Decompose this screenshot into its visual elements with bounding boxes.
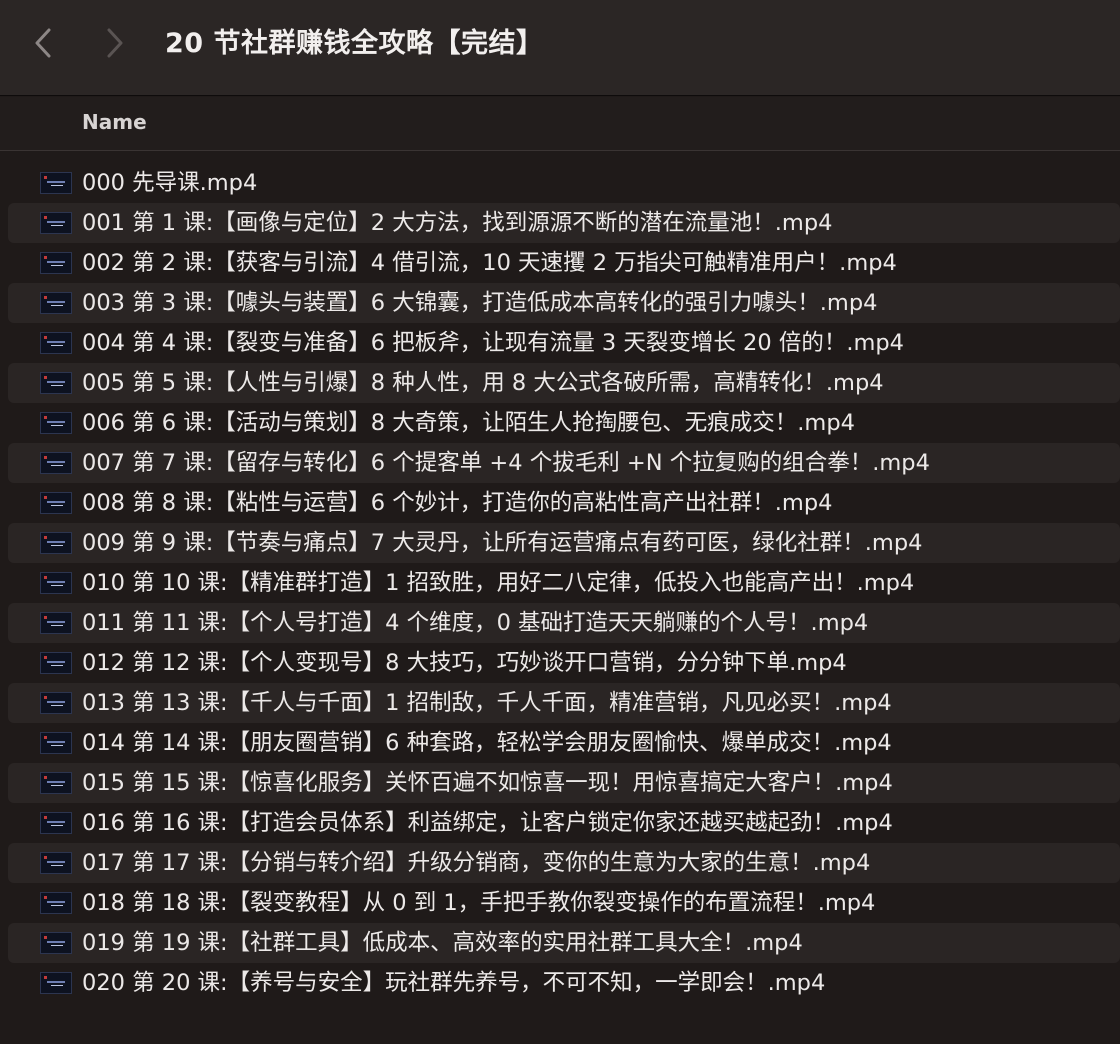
file-name: 009 第 9 课:【节奏与痛点】7 大灵丹，让所有运营痛点有药可医，绿化社群！… bbox=[82, 530, 923, 556]
file-row[interactable]: 005 第 5 课:【人性与引爆】8 种人性，用 8 大公式各破所需，高精转化！… bbox=[0, 363, 1120, 403]
file-row[interactable]: 012 第 12 课:【个人变现号】8 大技巧，巧妙谈开口营销，分分钟下单.mp… bbox=[0, 643, 1120, 683]
video-thumbnail-icon bbox=[40, 772, 72, 794]
video-thumbnail-icon bbox=[40, 612, 72, 634]
chevron-left-icon bbox=[35, 28, 51, 58]
video-thumbnail-icon bbox=[40, 692, 72, 714]
video-thumbnail-icon bbox=[40, 492, 72, 514]
video-thumbnail-icon bbox=[40, 812, 72, 834]
file-name: 007 第 7 课:【留存与转化】6 个提客单 +4 个拔毛利 +N 个拉复购的… bbox=[82, 450, 930, 476]
file-row[interactable]: 007 第 7 课:【留存与转化】6 个提客单 +4 个拔毛利 +N 个拉复购的… bbox=[0, 443, 1120, 483]
file-row[interactable]: 008 第 8 课:【粘性与运营】6 个妙计，打造你的高粘性高产出社群！.mp4 bbox=[0, 483, 1120, 523]
file-row[interactable]: 006 第 6 课:【活动与策划】8 大奇策，让陌生人抢掏腰包、无痕成交！.mp… bbox=[0, 403, 1120, 443]
file-row[interactable]: 018 第 18 课:【裂变教程】从 0 到 1，手把手教你裂变操作的布置流程！… bbox=[0, 883, 1120, 923]
video-thumbnail-icon bbox=[40, 572, 72, 594]
video-thumbnail-icon bbox=[40, 332, 72, 354]
toolbar: 20 节社群赚钱全攻略【完结】 bbox=[0, 0, 1120, 96]
file-name: 017 第 17 课:【分销与转介绍】升级分销商，变你的生意为大家的生意！.mp… bbox=[82, 850, 871, 876]
file-name: 018 第 18 课:【裂变教程】从 0 到 1，手把手教你裂变操作的布置流程！… bbox=[82, 890, 876, 916]
file-name: 011 第 11 课:【个人号打造】4 个维度，0 基础打造天天躺赚的个人号！.… bbox=[82, 610, 869, 636]
file-row[interactable]: 010 第 10 课:【精准群打造】1 招致胜，用好二八定律，低投入也能高产出！… bbox=[0, 563, 1120, 603]
file-name: 020 第 20 课:【养号与安全】玩社群先养号，不可不知，一学即会！.mp4 bbox=[82, 970, 826, 996]
file-name: 019 第 19 课:【社群工具】低成本、高效率的实用社群工具大全！.mp4 bbox=[82, 930, 803, 956]
video-thumbnail-icon bbox=[40, 892, 72, 914]
forward-button[interactable] bbox=[98, 26, 132, 60]
list-header: Name bbox=[0, 97, 1120, 151]
video-thumbnail-icon bbox=[40, 732, 72, 754]
file-row[interactable]: 009 第 9 课:【节奏与痛点】7 大灵丹，让所有运营痛点有药可医，绿化社群！… bbox=[0, 523, 1120, 563]
video-thumbnail-icon bbox=[40, 212, 72, 234]
file-name: 008 第 8 课:【粘性与运营】6 个妙计，打造你的高粘性高产出社群！.mp4 bbox=[82, 490, 833, 516]
file-name: 012 第 12 课:【个人变现号】8 大技巧，巧妙谈开口营销，分分钟下单.mp… bbox=[82, 650, 847, 676]
video-thumbnail-icon bbox=[40, 292, 72, 314]
file-name: 004 第 4 课:【裂变与准备】6 把板斧，让现有流量 3 天裂变增长 20 … bbox=[82, 330, 904, 356]
video-thumbnail-icon bbox=[40, 932, 72, 954]
file-name: 003 第 3 课:【噱头与装置】6 大锦囊，打造低成本高转化的强引力噱头！.m… bbox=[82, 290, 878, 316]
file-name: 014 第 14 课:【朋友圈营销】6 种套路，轻松学会朋友圈愉快、爆单成交！.… bbox=[82, 730, 892, 756]
file-row[interactable]: 015 第 15 课:【惊喜化服务】关怀百遍不如惊喜一现！用惊喜搞定大客户！.m… bbox=[0, 763, 1120, 803]
file-name: 006 第 6 课:【活动与策划】8 大奇策，让陌生人抢掏腰包、无痕成交！.mp… bbox=[82, 410, 855, 436]
file-row[interactable]: 017 第 17 课:【分销与转介绍】升级分销商，变你的生意为大家的生意！.mp… bbox=[0, 843, 1120, 883]
file-name: 002 第 2 课:【获客与引流】4 借引流，10 天速攫 2 万指尖可触精准用… bbox=[82, 250, 897, 276]
file-row[interactable]: 011 第 11 课:【个人号打造】4 个维度，0 基础打造天天躺赚的个人号！.… bbox=[0, 603, 1120, 643]
file-row[interactable]: 016 第 16 课:【打造会员体系】利益绑定，让客户锁定你家还越买越起劲！.m… bbox=[0, 803, 1120, 843]
video-thumbnail-icon bbox=[40, 412, 72, 434]
video-thumbnail-icon bbox=[40, 172, 72, 194]
video-thumbnail-icon bbox=[40, 372, 72, 394]
file-name: 015 第 15 课:【惊喜化服务】关怀百遍不如惊喜一现！用惊喜搞定大客户！.m… bbox=[82, 770, 893, 796]
file-name: 016 第 16 课:【打造会员体系】利益绑定，让客户锁定你家还越买越起劲！.m… bbox=[82, 810, 893, 836]
video-thumbnail-icon bbox=[40, 972, 72, 994]
window-title: 20 节社群赚钱全攻略【完结】 bbox=[165, 28, 544, 59]
video-thumbnail-icon bbox=[40, 252, 72, 274]
finder-window: 20 节社群赚钱全攻略【完结】 Name 000 先导课.mp4 001 第 1 … bbox=[0, 0, 1120, 1044]
file-row[interactable]: 001 第 1 课:【画像与定位】2 大方法，找到源源不断的潜在流量池！.mp4 bbox=[0, 203, 1120, 243]
file-name: 005 第 5 课:【人性与引爆】8 种人性，用 8 大公式各破所需，高精转化！… bbox=[82, 370, 884, 396]
video-thumbnail-icon bbox=[40, 532, 72, 554]
file-name: 013 第 13 课:【千人与千面】1 招制敌，千人千面，精准营销，凡见必买！.… bbox=[82, 690, 892, 716]
file-row[interactable]: 002 第 2 课:【获客与引流】4 借引流，10 天速攫 2 万指尖可触精准用… bbox=[0, 243, 1120, 283]
file-row[interactable]: 003 第 3 课:【噱头与装置】6 大锦囊，打造低成本高转化的强引力噱头！.m… bbox=[0, 283, 1120, 323]
video-thumbnail-icon bbox=[40, 452, 72, 474]
file-name: 010 第 10 课:【精准群打造】1 招致胜，用好二八定律，低投入也能高产出！… bbox=[82, 570, 915, 596]
file-name: 001 第 1 课:【画像与定位】2 大方法，找到源源不断的潜在流量池！.mp4 bbox=[82, 210, 833, 236]
file-row[interactable]: 013 第 13 课:【千人与千面】1 招制敌，千人千面，精准营销，凡见必买！.… bbox=[0, 683, 1120, 723]
file-row[interactable]: 014 第 14 课:【朋友圈营销】6 种套路，轻松学会朋友圈愉快、爆单成交！.… bbox=[0, 723, 1120, 763]
file-row[interactable]: 000 先导课.mp4 bbox=[0, 163, 1120, 203]
back-button[interactable] bbox=[26, 26, 60, 60]
video-thumbnail-icon bbox=[40, 852, 72, 874]
file-name: 000 先导课.mp4 bbox=[82, 170, 258, 196]
file-row[interactable]: 004 第 4 课:【裂变与准备】6 把板斧，让现有流量 3 天裂变增长 20 … bbox=[0, 323, 1120, 363]
file-row[interactable]: 020 第 20 课:【养号与安全】玩社群先养号，不可不知，一学即会！.mp4 bbox=[0, 963, 1120, 1003]
name-column-header[interactable]: Name bbox=[82, 110, 147, 134]
file-list: 000 先导课.mp4 001 第 1 课:【画像与定位】2 大方法，找到源源不断… bbox=[0, 163, 1120, 1003]
video-thumbnail-icon bbox=[40, 652, 72, 674]
file-row[interactable]: 019 第 19 课:【社群工具】低成本、高效率的实用社群工具大全！.mp4 bbox=[0, 923, 1120, 963]
chevron-right-icon bbox=[107, 28, 123, 58]
